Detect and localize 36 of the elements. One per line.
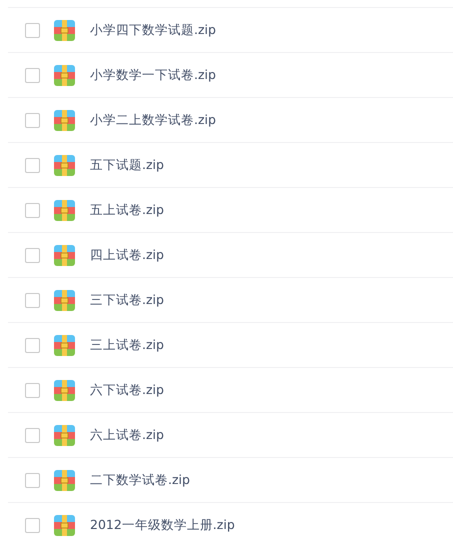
zip-file-icon: [54, 334, 75, 356]
checkbox[interactable]: [25, 382, 40, 398]
file-name[interactable]: 三上试卷.zip: [90, 336, 164, 354]
zip-file-icon: [54, 64, 75, 86]
checkbox[interactable]: [25, 292, 40, 308]
zip-file-icon: [54, 424, 75, 446]
zip-file-icon: [54, 20, 75, 40]
zip-file-icon: [54, 200, 75, 220]
file-name[interactable]: 五上试卷.zip: [90, 200, 164, 220]
file-name[interactable]: 四上试卷.zip: [90, 246, 164, 264]
zip-file-icon: [54, 244, 75, 266]
checkbox[interactable]: [25, 112, 40, 128]
zip-file-icon: [54, 470, 75, 490]
file-name[interactable]: 六下试卷.zip: [90, 380, 164, 400]
zip-file-icon: [54, 380, 75, 400]
file-name[interactable]: 2012一年级数学上册.zip: [90, 516, 235, 534]
zip-file-icon: [54, 110, 75, 130]
zip-file-icon: [54, 290, 75, 310]
file-name[interactable]: 三下试卷.zip: [90, 290, 164, 310]
file-name[interactable]: 小学二上数学试卷.zip: [90, 110, 216, 130]
file-name[interactable]: 六上试卷.zip: [90, 426, 164, 444]
checkbox[interactable]: [25, 248, 40, 262]
zip-file-icon: [54, 514, 75, 536]
checkbox[interactable]: [25, 338, 40, 352]
file-name[interactable]: 五下试题.zip: [90, 156, 164, 174]
file-name[interactable]: 小学四下数学试题.zip: [90, 20, 216, 40]
zip-file-icon: [54, 154, 75, 176]
file-name[interactable]: 小学数学一下试卷.zip: [90, 66, 216, 84]
file-name[interactable]: 二下数学试卷.zip: [90, 470, 190, 490]
checkbox[interactable]: [25, 68, 40, 82]
checkbox[interactable]: [25, 22, 40, 38]
checkbox[interactable]: [25, 158, 40, 172]
checkbox[interactable]: [25, 472, 40, 488]
checkbox[interactable]: [25, 518, 40, 532]
checkbox[interactable]: [25, 202, 40, 218]
checkbox[interactable]: [25, 428, 40, 442]
